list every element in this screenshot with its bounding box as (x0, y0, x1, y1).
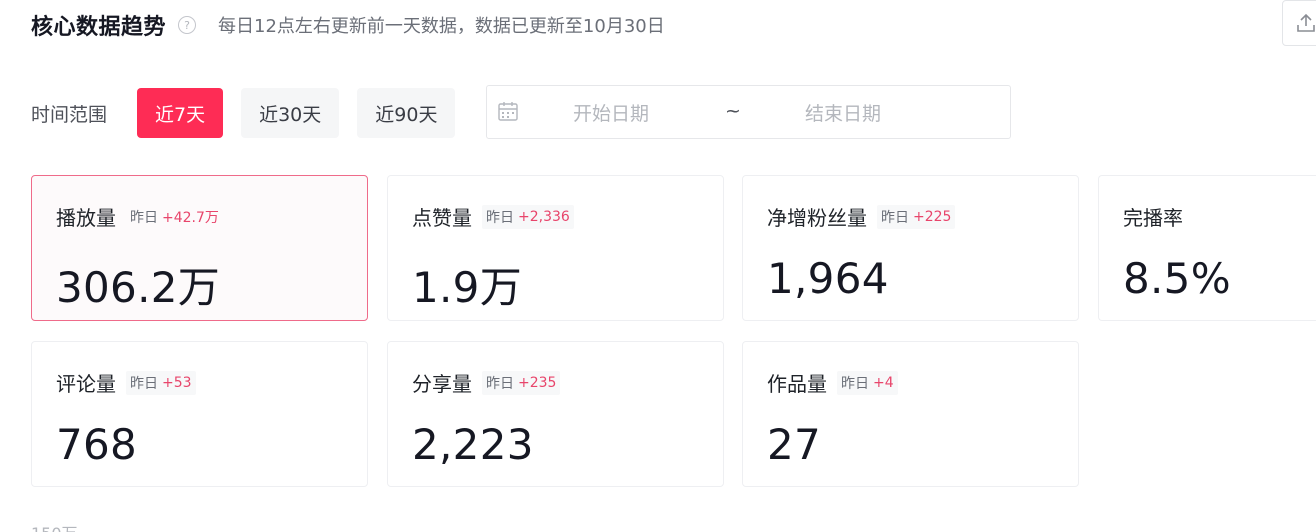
metric-value: 306.2万 (56, 263, 221, 312)
delta-value: +42.7万 (162, 209, 219, 226)
delta-prefix: 昨日 (881, 209, 909, 226)
help-glyph: ? (184, 18, 190, 32)
question-circle-icon[interactable]: ? (178, 16, 197, 34)
metric-head: 作品量 昨日 +4 (767, 368, 898, 397)
metric-delta: 昨日 +42.7万 (126, 205, 223, 229)
delta-prefix: 昨日 (130, 375, 158, 392)
metric-value: 8.5% (1123, 254, 1231, 303)
calendar-icon (498, 102, 518, 121)
metric-delta: 昨日 +4 (837, 370, 898, 395)
metric-label: 播放量 (56, 206, 116, 230)
metric-label: 完播率 (1123, 206, 1183, 230)
metric-card-comments[interactable]: 评论量 昨日 +53 768 (31, 341, 368, 487)
range-90-days-button[interactable]: 近90天 (357, 88, 456, 138)
metric-head: 净增粉丝量 昨日 +225 (767, 202, 956, 231)
delta-prefix: 昨日 (486, 209, 514, 226)
range-30-days-button[interactable]: 近30天 (241, 88, 340, 138)
upload-icon (1297, 13, 1315, 32)
metric-card-likes[interactable]: 点赞量 昨日 +2,336 1.9万 (387, 175, 724, 321)
metric-head: 完播率 (1123, 202, 1183, 231)
metric-card-works[interactable]: 作品量 昨日 +4 27 (742, 341, 1079, 487)
delta-prefix: 昨日 (841, 375, 869, 392)
metric-label: 评论量 (56, 372, 116, 396)
metric-head: 点赞量 昨日 +2,336 (412, 202, 574, 231)
time-range-label: 时间范围 (31, 103, 108, 126)
range-7-days-button[interactable]: 近7天 (137, 88, 224, 138)
export-button[interactable] (1282, 0, 1316, 46)
metric-card-completion-rate[interactable]: 完播率 8.5% (1098, 175, 1316, 321)
metric-value: 2,223 (412, 420, 534, 469)
update-notice: 每日12点左右更新前一天数据，数据已更新至10月30日 (218, 16, 665, 37)
header: 核心数据趋势 ? 每日12点左右更新前一天数据，数据已更新至10月30日 (31, 8, 665, 42)
page-title: 核心数据趋势 (31, 15, 167, 40)
metric-head: 播放量 昨日 +42.7万 (56, 202, 223, 231)
delta-value: +53 (162, 374, 192, 391)
metric-card-net-followers[interactable]: 净增粉丝量 昨日 +225 1,964 (742, 175, 1079, 321)
chart-axis-label: 150万 (31, 520, 78, 532)
metric-value: 27 (767, 420, 822, 469)
end-date-input[interactable]: 结束日期 (805, 99, 881, 126)
time-range-filter: 时间范围 近7天 近30天 近90天 开始日期 ~ 结束日期 (31, 85, 1011, 139)
delta-prefix: 昨日 (130, 209, 158, 226)
metric-delta: 昨日 +235 (482, 370, 561, 395)
delta-prefix: 昨日 (486, 375, 514, 392)
delta-value: +2,336 (518, 208, 570, 225)
metric-head: 分享量 昨日 +235 (412, 368, 561, 397)
metric-label: 点赞量 (412, 206, 472, 230)
metric-card-plays[interactable]: 播放量 昨日 +42.7万 306.2万 (31, 175, 368, 321)
date-separator: ~ (725, 100, 741, 122)
metric-delta: 昨日 +53 (126, 370, 196, 395)
delta-value: +4 (873, 374, 894, 391)
delta-value: +225 (913, 208, 952, 225)
metric-head: 评论量 昨日 +53 (56, 368, 196, 397)
delta-value: +235 (518, 374, 557, 391)
core-data-trend-panel: 核心数据趋势 ? 每日12点左右更新前一天数据，数据已更新至10月30日 时间范… (0, 0, 1316, 532)
metric-delta: 昨日 +225 (877, 204, 956, 229)
metric-value: 1,964 (767, 254, 889, 303)
metric-value: 768 (56, 420, 138, 469)
date-range-picker[interactable]: 开始日期 ~ 结束日期 (486, 85, 1011, 139)
metric-label: 作品量 (767, 372, 827, 396)
metric-label: 分享量 (412, 372, 472, 396)
metric-card-shares[interactable]: 分享量 昨日 +235 2,223 (387, 341, 724, 487)
start-date-input[interactable]: 开始日期 (573, 99, 649, 126)
metric-delta: 昨日 +2,336 (482, 204, 574, 229)
metric-value: 1.9万 (412, 263, 522, 312)
metric-label: 净增粉丝量 (767, 206, 867, 230)
